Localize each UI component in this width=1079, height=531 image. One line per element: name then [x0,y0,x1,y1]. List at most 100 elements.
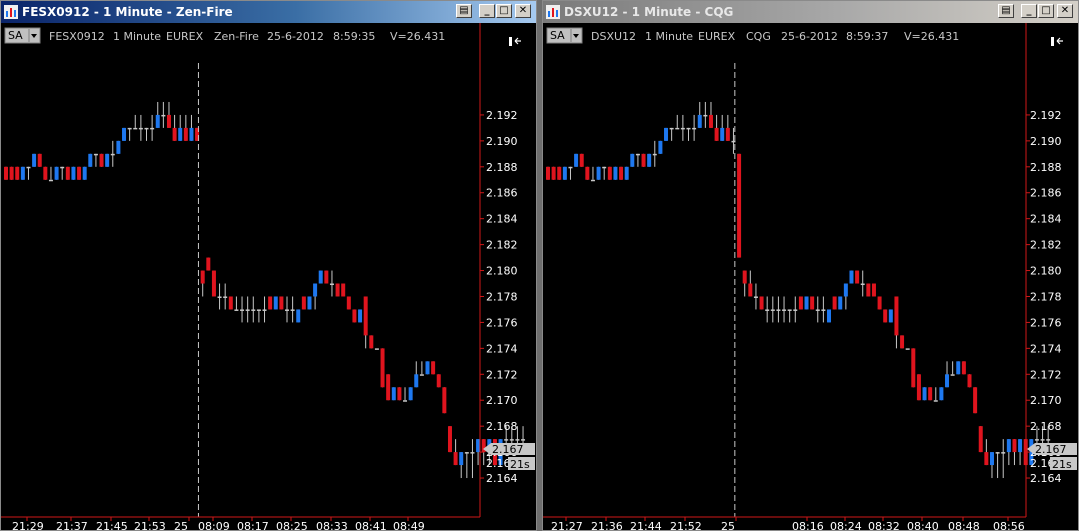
price-bar [956,361,961,375]
time-tick-label: 25 [721,520,735,531]
price-bar [1012,439,1017,466]
price-bar [708,101,713,128]
price-bar [630,153,635,167]
price-bar [596,166,601,180]
price-bar [4,166,8,180]
price-bar [1018,439,1023,466]
info-exchange: EUREX [698,30,736,43]
time-axis: 21:29 21:37 21:45 21:53 25 08:09 08:17 08:25 08:… [12,517,425,531]
minimize-icon[interactable]: _ [479,4,495,18]
price-chart[interactable]: SA DSXU12 1 Minute EUREX CQG 25-6-2012 8… [543,23,1078,531]
bar-countdown-label: 21s [1052,458,1072,471]
chart-window-1[interactable]: FESX0912 - 1 Minute - Zen-Fire ▤ _ □ ✕ S… [0,0,537,531]
style-button[interactable]: SA [4,27,41,44]
partial-price-label: 2.16 [486,457,511,470]
price-bar [352,309,357,323]
window-titlebar[interactable]: FESX0912 - 1 Minute - Zen-Fire ▤ _ □ ✕ [1,1,536,23]
price-bar [122,127,127,141]
price-bar [228,296,233,310]
price-bar [414,361,419,388]
price-bar [770,296,775,323]
time-tick-label: 08:40 [907,520,939,531]
info-period: 1 Minute [645,30,693,43]
price-bar [77,166,82,180]
price-bar [900,335,905,349]
price-bar [65,166,70,180]
plot-area[interactable] [4,63,526,517]
price-bar [189,114,194,141]
style-button[interactable]: SA [546,27,583,44]
info-exchange: EUREX [166,30,204,43]
maximize-icon[interactable]: □ [496,4,512,18]
time-tick-label: 21:52 [670,520,702,531]
maximize-icon[interactable]: □ [1038,4,1054,18]
price-bar [787,309,792,323]
price-bar [71,166,76,180]
price-bar [574,153,579,167]
price-tick-label: 2.170 [486,394,518,407]
price-bar [967,374,972,388]
price-tick-label: 2.176 [1030,316,1062,329]
price-bar [279,296,284,310]
plot-area[interactable] [546,63,1051,517]
restore-icon[interactable]: ▤ [456,4,472,18]
price-chart[interactable]: SA FESX0912 1 Minute EUREX Zen-Fire 25-6… [1,23,536,531]
price-bar [358,309,363,323]
info-provider: CQG [746,30,771,43]
price-bar [324,270,329,284]
price-bar [933,387,938,402]
price-bar [1006,439,1011,466]
price-bar [369,335,374,349]
price-bar [765,296,770,323]
chart-window-2[interactable]: DSXU12 - 1 Minute - CQG ▤ _ □ ✕ SA DSXU1… [542,0,1079,531]
price-bar [15,166,20,180]
price-tick-label: 2.190 [1030,135,1062,148]
price-bar [680,114,685,141]
price-bar [476,439,481,466]
price-bar [206,257,211,271]
scroll-to-end-icon[interactable] [509,37,521,46]
close-icon[interactable]: ✕ [515,4,531,18]
price-bar [624,166,629,180]
price-bar [776,296,781,323]
price-bar [1001,439,1006,479]
window-title: DSXU12 - 1 Minute - CQG [564,5,734,19]
price-tick-label: 2.186 [1030,187,1062,200]
minimize-icon[interactable]: _ [1021,4,1037,18]
price-bar [301,296,306,310]
price-bar [945,361,950,388]
info-volume: V=26.431 [904,30,959,43]
price-bar [984,439,989,466]
time-axis: 21:27 21:36 21:44 21:52 25 08:16 08:24 08:32 08:… [551,517,1025,531]
price-bar [843,283,848,310]
price-bar [804,296,809,310]
price-bar [911,348,916,388]
restore-icon[interactable]: ▤ [998,4,1014,18]
price-bar [110,140,115,167]
chart-panel[interactable]: SA FESX0912 1 Minute EUREX Zen-Fire 25-6… [1,23,536,530]
info-instrument: FESX0912 [49,30,105,43]
price-bar [860,270,865,297]
price-tick-label: 2.190 [486,135,518,148]
last-price-label: 2.167 [1035,443,1067,456]
time-tick-label: 08:48 [948,520,980,531]
price-bar [607,166,612,180]
price-bar [641,153,646,167]
close-icon[interactable]: ✕ [1057,4,1073,18]
price-bar [832,296,837,310]
window-titlebar[interactable]: DSXU12 - 1 Minute - CQG ▤ _ □ ✕ [543,1,1078,23]
price-tick-label: 2.182 [486,239,518,252]
price-bar [782,296,787,323]
price-tick-label: 2.178 [486,290,518,303]
time-tick-label: 21:45 [96,520,128,531]
chart-panel[interactable]: SA DSXU12 1 Minute EUREX CQG 25-6-2012 8… [543,23,1078,530]
price-bar [20,166,25,180]
price-bar [363,296,368,349]
price-tick-label: 2.168 [1030,420,1062,433]
scroll-to-end-icon[interactable] [1051,37,1063,46]
price-bar [54,166,59,180]
price-bar [686,127,691,141]
price-tick-label: 2.192 [486,109,518,122]
price-bar [155,101,160,128]
price-bar [9,166,14,180]
